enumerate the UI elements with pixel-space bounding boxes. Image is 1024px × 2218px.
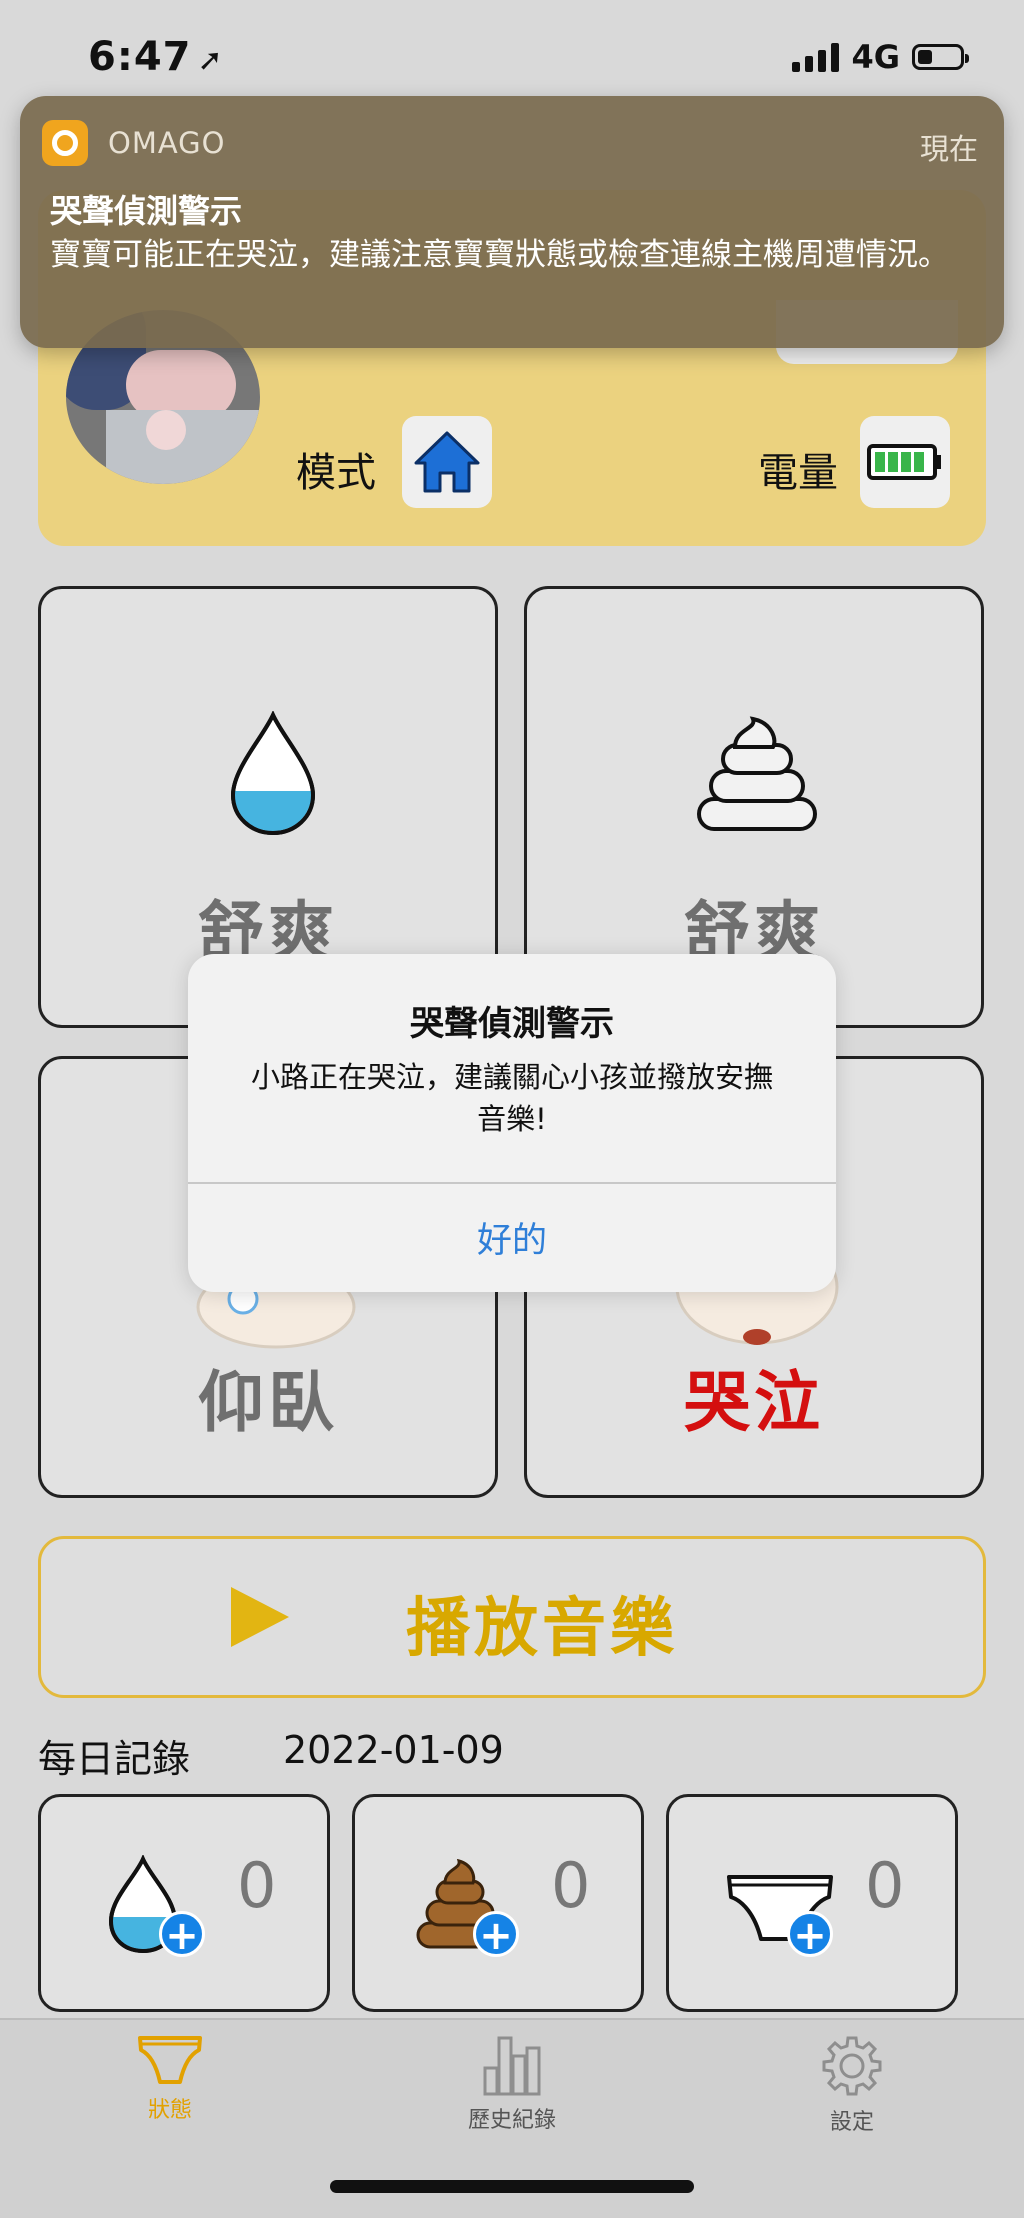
tab-history[interactable]: 歷史紀錄 (412, 2020, 612, 2150)
poop-icon (697, 716, 817, 831)
play-music-label: 播放音樂 (406, 1592, 678, 1666)
pee-count: 0 (237, 1849, 277, 1922)
daily-record-date[interactable]: 2022-01-09 (283, 1728, 504, 1772)
tab-settings-label: 設定 (829, 2110, 874, 2135)
poop-record-card[interactable]: + 0 (352, 1794, 644, 2012)
omago-app-icon (42, 120, 88, 166)
poop-count: 0 (551, 1849, 591, 1922)
dialog-ok-button[interactable]: 好的 (188, 1182, 836, 1292)
diaper-icon (138, 2036, 202, 2084)
notification-app-name: OMAGO (108, 126, 226, 160)
mode-button[interactable] (402, 416, 492, 508)
play-icon (231, 1587, 289, 1647)
signal-icon (792, 42, 840, 72)
add-diaper-icon[interactable]: + (787, 1911, 833, 1958)
home-indicator[interactable] (330, 2180, 694, 2193)
battery-full-icon (867, 444, 941, 480)
diaper-record-card[interactable]: + 0 (666, 1794, 958, 2012)
bar-chart-icon (483, 2036, 541, 2096)
cry-status-label: 哭泣 (684, 1364, 824, 1441)
tab-history-label: 歷史紀錄 (467, 2108, 556, 2133)
dialog-title: 哭聲偵測警示 (410, 1004, 614, 1044)
notification-title: 哭聲偵測警示 (50, 192, 243, 230)
mode-label: 模式 (296, 450, 376, 496)
water-drop-icon (230, 711, 316, 836)
status-indicators: 4G (792, 38, 969, 76)
cry-alert-dialog: 哭聲偵測警示 小路正在哭泣，建議關心小孩並撥放安撫音樂! 好的 (188, 954, 836, 1292)
pee-record-card[interactable]: + 0 (38, 1794, 330, 2012)
battery-button[interactable] (860, 416, 950, 508)
notification-body: 寶寶可能正在哭泣，建議注意寶寶狀態或檢查連線主機周遭情況。 (50, 237, 949, 273)
daily-record-title: 每日記錄 (38, 1737, 191, 1781)
tab-status[interactable]: 狀態 (70, 2020, 270, 2150)
gear-icon (822, 2036, 882, 2096)
tab-status-label: 狀態 (147, 2098, 192, 2123)
push-notification-banner[interactable]: OMAGO 現在 哭聲偵測警示 寶寶可能正在哭泣，建議注意寶寶狀態或檢查連線主機… (20, 96, 1004, 348)
home-icon (414, 431, 480, 493)
diaper-count: 0 (865, 1849, 905, 1922)
posture-status-label: 仰臥 (198, 1364, 338, 1441)
network-type: 4G (851, 38, 900, 76)
add-pee-icon[interactable]: + (159, 1911, 205, 1958)
status-battery-icon (912, 44, 969, 70)
add-poop-icon[interactable]: + (473, 1911, 519, 1958)
dialog-message: 小路正在哭泣，建議關心小孩並撥放安撫音樂! (250, 1060, 773, 1136)
notification-time: 現在 (919, 132, 978, 166)
tab-settings[interactable]: 設定 (752, 2020, 952, 2150)
status-time: 6:47 ➚ (88, 34, 224, 80)
location-arrow-icon: ➚ (197, 43, 224, 78)
battery-label: 電量 (758, 450, 838, 496)
play-music-button[interactable]: 播放音樂 (38, 1536, 986, 1698)
